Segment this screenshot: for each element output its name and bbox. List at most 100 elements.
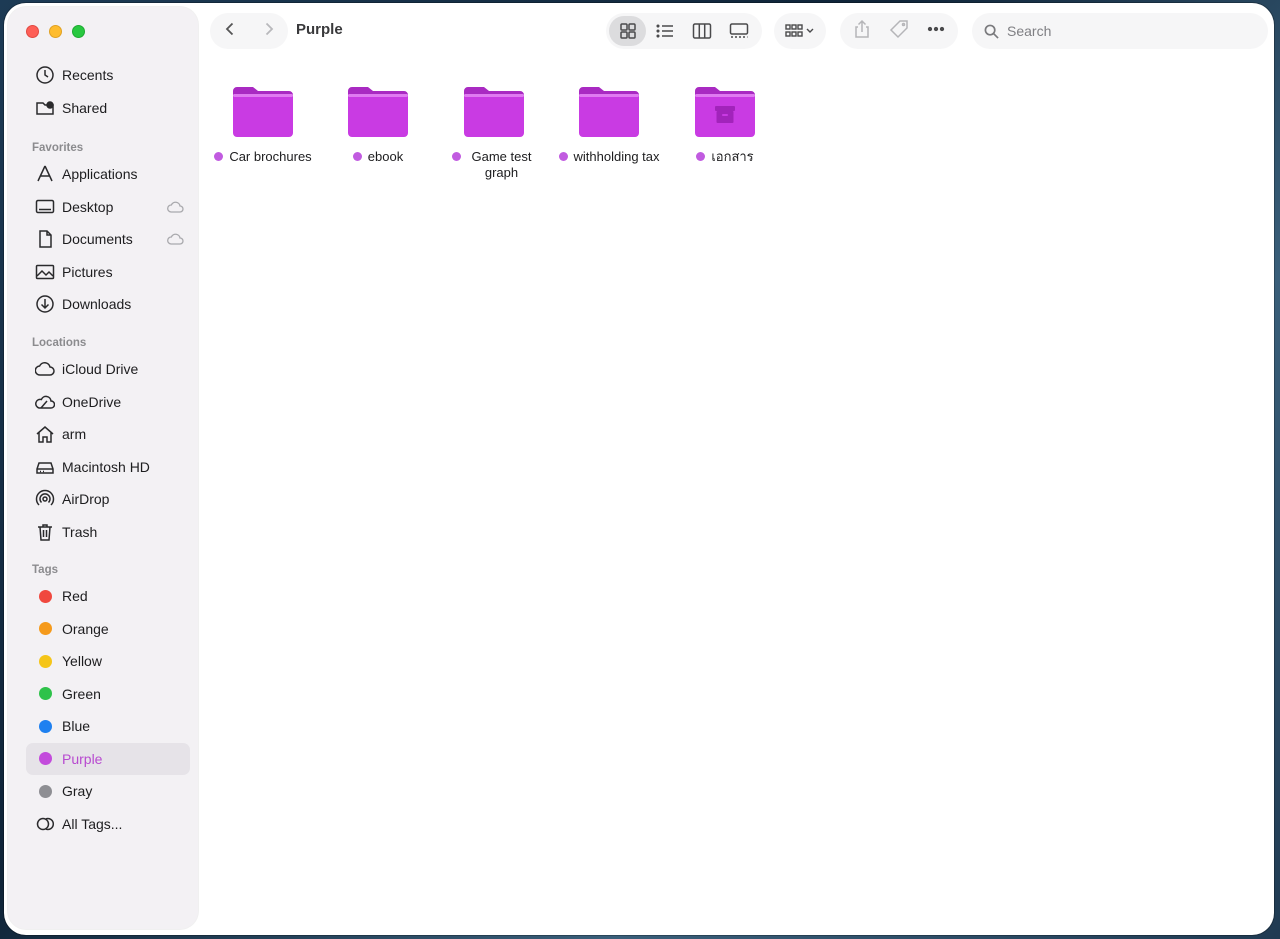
sidebar-item-airdrop[interactable]: AirDrop: [8, 483, 198, 516]
more-actions-button[interactable]: [926, 19, 946, 44]
tag-button[interactable]: [889, 19, 909, 44]
icloud-status-icon: [166, 232, 184, 249]
sidebar-top-section: Recents Shared: [8, 59, 198, 124]
sidebar-tag-orange[interactable]: Orange: [8, 613, 198, 646]
chevron-right-icon: [265, 22, 273, 35]
navigation-group: [210, 13, 288, 49]
sidebar-item-label: Trash: [62, 523, 98, 540]
cloud-icon: [34, 358, 56, 380]
search-input[interactable]: [1007, 23, 1257, 39]
sidebar-item-label: Pictures: [62, 263, 113, 280]
sidebar-item-onedrive[interactable]: OneDrive: [8, 386, 198, 419]
sidebar-tag-red[interactable]: Red: [8, 580, 198, 613]
sidebar-item-desktop[interactable]: Desktop: [8, 191, 198, 224]
sidebar-item-label: Macintosh HD: [62, 458, 150, 475]
folder-name: Game test graph: [471, 149, 532, 180]
sidebar-item-label: Recents: [62, 67, 114, 84]
sidebar: Recents Shared Favorites Applications De…: [8, 7, 198, 929]
folder-item[interactable]: Car brochures: [205, 85, 321, 165]
sidebar-item-recents[interactable]: Recents: [8, 59, 198, 92]
list-icon: [655, 24, 673, 38]
sidebar-item-label: Purple: [62, 750, 103, 767]
home-icon: [34, 423, 56, 445]
icon-view-button[interactable]: [609, 16, 646, 46]
tag-color-dot: [39, 589, 52, 603]
list-view-button[interactable]: [646, 16, 683, 46]
sidebar-item-label: Documents: [62, 231, 133, 248]
tag-color-dot: [39, 752, 52, 766]
sidebar-item-label: Downloads: [62, 296, 132, 313]
clock-icon: [34, 64, 56, 86]
sidebar-item-label: Green: [62, 685, 101, 702]
search-field[interactable]: [972, 13, 1268, 49]
archive-folder-icon: [693, 85, 757, 139]
sidebar-item-icloud-drive[interactable]: iCloud Drive: [8, 353, 198, 386]
finder-window: Recents Shared Favorites Applications De…: [4, 3, 1274, 935]
purple-tag-dot: [558, 152, 568, 161]
desktop-icon: [34, 196, 56, 218]
sidebar-item-label: Shared: [62, 99, 108, 116]
sidebar-item-label: iCloud Drive: [62, 361, 139, 378]
sidebar-all-tags[interactable]: All Tags...: [8, 808, 198, 841]
download-icon: [34, 293, 56, 315]
maximize-window-button[interactable]: [72, 25, 85, 38]
tags-heading: Tags: [32, 564, 58, 576]
sidebar-item-label: Red: [62, 588, 88, 605]
sidebar-item-label: arm: [62, 426, 87, 443]
sidebar-item-pictures[interactable]: Pictures: [8, 256, 198, 289]
file-grid: Car brochures ebook Game test graph with…: [204, 65, 1274, 935]
folder-item[interactable]: ebook: [320, 85, 436, 165]
purple-tag-dot: [452, 152, 461, 161]
close-window-button[interactable]: [26, 25, 39, 38]
sidebar-item-label: AirDrop: [62, 491, 110, 508]
grid-icon: [619, 23, 636, 39]
trash-icon: [34, 521, 56, 543]
onedrive-icon: [34, 391, 56, 413]
sidebar-tag-gray[interactable]: Gray: [8, 775, 198, 808]
group-by-button[interactable]: [774, 13, 826, 49]
tag-color-dot: [39, 687, 52, 701]
folder-item[interactable]: Game test graph: [436, 85, 552, 181]
sidebar-item-applications[interactable]: Applications: [8, 158, 198, 191]
gallery-view-button[interactable]: [720, 16, 757, 46]
actions-group: [840, 13, 958, 49]
sidebar-tag-purple[interactable]: Purple: [26, 742, 190, 775]
folder-name: เอกสาร: [711, 149, 754, 164]
back-button[interactable]: [222, 21, 238, 42]
share-button[interactable]: [852, 19, 872, 44]
folder-icon: [346, 85, 410, 139]
folder-name: ebook: [367, 149, 404, 164]
airdrop-icon: [34, 488, 56, 510]
folder-name: Car brochures: [229, 149, 312, 164]
sidebar-tag-yellow[interactable]: Yellow: [8, 645, 198, 678]
sidebar-tag-blue[interactable]: Blue: [8, 710, 198, 743]
minimize-window-button[interactable]: [49, 25, 62, 38]
chevron-left-icon: [225, 22, 233, 35]
view-mode-group: [606, 13, 762, 49]
sidebar-item-trash[interactable]: Trash: [8, 516, 198, 549]
folder-item[interactable]: withholding tax: [551, 85, 667, 165]
sidebar-item-documents[interactable]: Documents: [8, 223, 198, 256]
sidebar-favorites-section: Favorites Applications Desktop Documents…: [8, 138, 198, 321]
forward-button[interactable]: [261, 21, 277, 42]
sidebar-item-downloads[interactable]: Downloads: [8, 288, 198, 321]
tag-color-dot: [39, 622, 52, 636]
tag-color-dot: [39, 654, 52, 668]
folder-item[interactable]: เอกสาร: [667, 85, 783, 165]
sidebar-item-macintosh-hd[interactable]: Macintosh HD: [8, 451, 198, 484]
pictures-icon: [34, 261, 56, 283]
sidebar-item-label: Gray: [62, 783, 93, 800]
toolbar: Purple: [204, 3, 1274, 59]
sidebar-item-arm[interactable]: arm: [8, 418, 198, 451]
window-title: Purple: [296, 21, 343, 38]
folder-icon: [462, 85, 526, 139]
sidebar-tags-section: Tags Red Orange Yellow Green Blue Purple…: [8, 560, 198, 840]
all-tags-icon: [34, 813, 56, 835]
sidebar-item-label: Applications: [62, 166, 138, 183]
column-view-button[interactable]: [683, 16, 720, 46]
icloud-status-icon: [166, 200, 184, 217]
sidebar-item-label: Desktop: [62, 198, 114, 215]
sidebar-tag-green[interactable]: Green: [8, 678, 198, 711]
columns-icon: [692, 23, 711, 39]
sidebar-item-shared[interactable]: Shared: [8, 92, 198, 125]
